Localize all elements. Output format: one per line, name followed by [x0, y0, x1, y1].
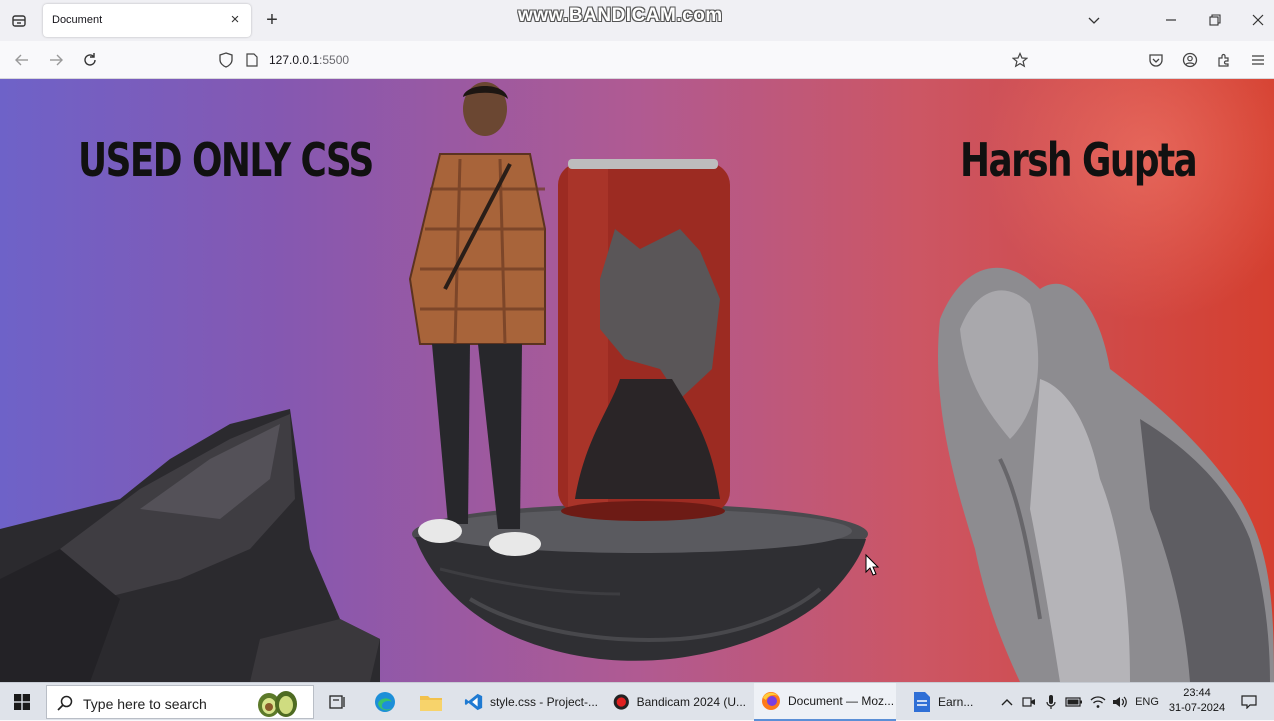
taskbar-app-bandicam[interactable]: Bandicam 2024 (U...	[606, 683, 746, 721]
page-icon[interactable]	[243, 51, 261, 69]
soda-can-image	[558, 159, 730, 521]
record-icon	[613, 694, 629, 710]
edge-icon[interactable]	[370, 687, 400, 717]
avocado-icon	[258, 691, 297, 717]
reload-icon[interactable]	[80, 50, 100, 70]
taskbar-app-label: Earn...	[938, 695, 974, 709]
tab-list-icon[interactable]	[8, 10, 30, 32]
heading-author-name: Harsh Gupta	[960, 133, 1198, 187]
windows-taskbar: Type here to search style.css - Project-…	[0, 682, 1274, 721]
account-icon[interactable]	[1181, 51, 1199, 69]
notifications-icon[interactable]	[1238, 683, 1260, 721]
start-button[interactable]	[0, 683, 44, 721]
close-tab-icon[interactable]: ×	[227, 12, 243, 28]
tray-overflow-icon[interactable]	[998, 683, 1016, 721]
tab-bar: Document × + www.BANDICAM.com	[0, 0, 1274, 41]
web-page: USED ONLY CSS Harsh Gupta	[0, 79, 1274, 682]
close-window-icon[interactable]	[1248, 10, 1268, 30]
browser-tab[interactable]: Document ×	[43, 4, 251, 37]
shield-icon[interactable]	[217, 51, 235, 69]
heading-used-only-css: USED ONLY CSS	[78, 133, 374, 187]
url-field[interactable]: 127.0.0.1:5500	[269, 53, 349, 67]
pocket-icon[interactable]	[1147, 51, 1165, 69]
language-indicator[interactable]: ENG	[1134, 683, 1160, 721]
task-view-icon[interactable]	[322, 687, 352, 717]
minimize-icon[interactable]	[1161, 10, 1181, 30]
restore-icon[interactable]	[1205, 10, 1225, 30]
mouse-cursor-icon	[865, 553, 880, 576]
new-tab-icon[interactable]: +	[262, 10, 282, 30]
right-rock-image	[938, 267, 1274, 682]
firefox-icon	[762, 692, 780, 710]
bandicam-watermark: www.BANDICAM.com	[518, 5, 723, 26]
forward-icon[interactable]	[46, 50, 66, 70]
clock-time: 23:44	[1183, 687, 1211, 699]
wifi-icon[interactable]	[1088, 683, 1108, 721]
volume-icon[interactable]	[1110, 683, 1130, 721]
meet-now-icon[interactable]	[1020, 683, 1038, 721]
taskbar-app-label: Document — Moz...	[788, 694, 895, 708]
extensions-icon[interactable]	[1215, 51, 1233, 69]
left-rock-image	[0, 409, 380, 682]
document-icon	[914, 692, 930, 712]
taskbar-app-label: Bandicam 2024 (U...	[636, 695, 746, 709]
clock-date: 31-07-2024	[1168, 702, 1226, 714]
taskbar-app-docs[interactable]: Earn...	[906, 683, 986, 721]
microphone-icon[interactable]	[1042, 683, 1060, 721]
windows-icon	[14, 694, 30, 710]
file-explorer-icon[interactable]	[416, 687, 446, 717]
url-port: :5500	[319, 53, 350, 67]
system-clock[interactable]: 23:44 31-07-2024	[1165, 686, 1229, 716]
tab-title: Document	[52, 14, 103, 26]
taskbar-app-label: style.css - Project-...	[489, 695, 598, 709]
search-icon	[57, 695, 73, 711]
menu-icon[interactable]	[1249, 51, 1267, 69]
back-icon[interactable]	[12, 50, 32, 70]
search-placeholder: Type here to search	[83, 696, 207, 712]
vscode-icon	[464, 693, 483, 711]
chevron-down-icon[interactable]	[1084, 10, 1104, 30]
url-host: 127.0.0.1	[269, 53, 320, 67]
person-image	[408, 82, 546, 556]
taskbar-app-vscode[interactable]: style.css - Project-...	[458, 683, 598, 721]
floating-platform-image	[412, 504, 868, 661]
navigation-bar: 127.0.0.1:5500	[0, 41, 1274, 79]
bookmark-star-icon[interactable]	[1011, 51, 1029, 69]
taskbar-search[interactable]: Type here to search	[46, 685, 314, 719]
battery-icon[interactable]	[1064, 683, 1084, 721]
taskbar-app-firefox[interactable]: Document — Moz...	[754, 683, 896, 721]
